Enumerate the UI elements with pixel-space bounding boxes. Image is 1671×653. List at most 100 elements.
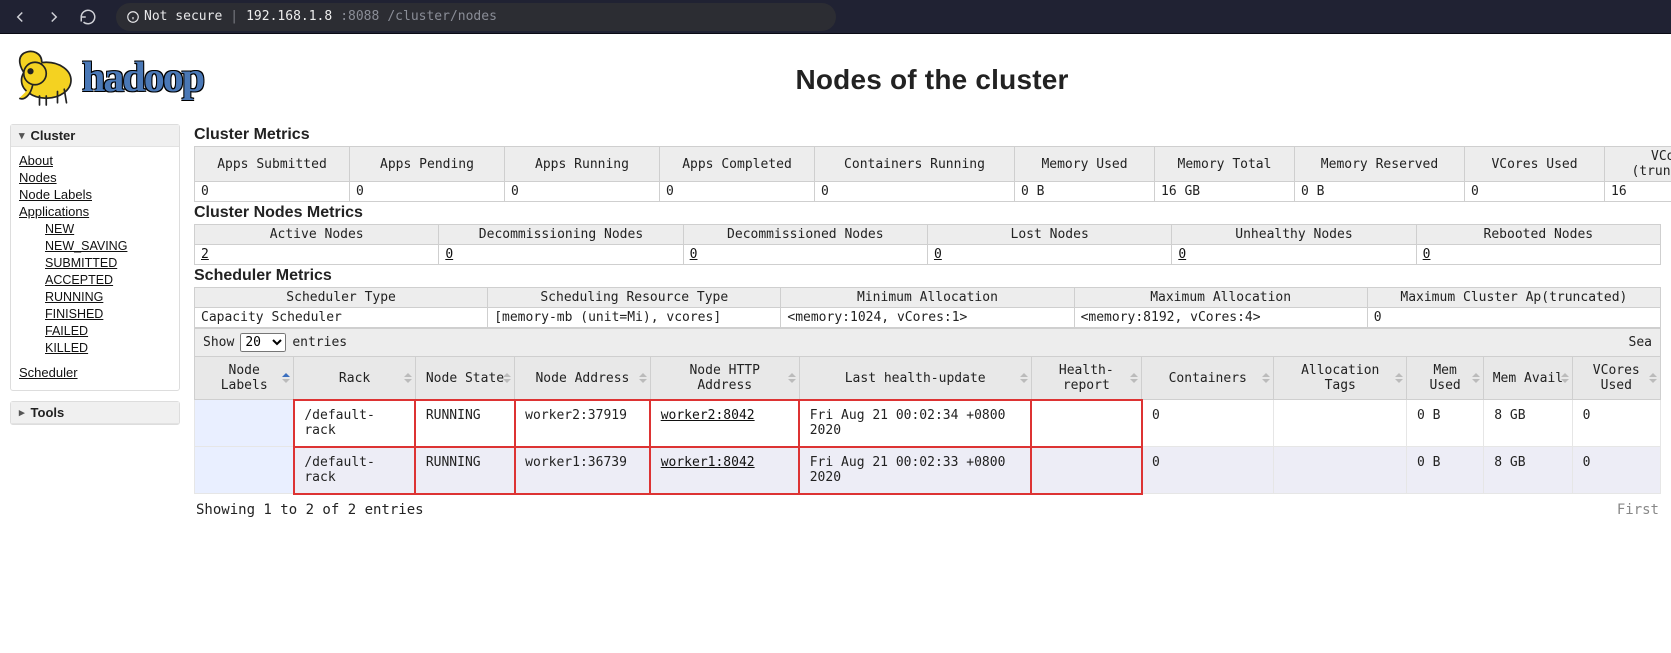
cell: 0 B: [1406, 447, 1483, 494]
section-scheduler: Scheduler Metrics: [194, 267, 1661, 285]
col-health-report[interactable]: Health-report: [1031, 357, 1141, 400]
cell: 0: [350, 182, 505, 202]
col-rebooted[interactable]: Rebooted Nodes: [1416, 225, 1660, 245]
col-decomm-ed[interactable]: Decommissioned Nodes: [683, 225, 927, 245]
sort-icon: [1394, 371, 1404, 385]
col-vcores-used[interactable]: VCores Used: [1572, 357, 1660, 400]
col-decomm-ing[interactable]: Decommissioning Nodes: [439, 225, 683, 245]
col-apps-submitted[interactable]: Apps Submitted: [195, 147, 350, 182]
sidebar-item-about[interactable]: About: [19, 153, 53, 168]
cell: /default-rack: [294, 447, 415, 494]
col-node-state[interactable]: Node State: [415, 357, 514, 400]
col-containers[interactable]: Containers: [1142, 357, 1274, 400]
col-sched-type[interactable]: Scheduler Type: [195, 288, 488, 308]
cell: [195, 400, 294, 447]
rebooted-nodes-link[interactable]: 0: [1423, 247, 1431, 262]
browser-bar: Not secure | 192.168.1.8:8088/cluster/no…: [0, 0, 1671, 34]
sort-icon: [1019, 371, 1029, 385]
cell: [1031, 447, 1141, 494]
sidebar-item-app-accepted[interactable]: ACCEPTED: [45, 273, 113, 287]
col-mem-avail[interactable]: Mem Avail: [1484, 357, 1572, 400]
cell: 0: [1142, 400, 1274, 447]
col-apps-completed[interactable]: Apps Completed: [660, 147, 815, 182]
col-max-alloc[interactable]: Maximum Allocation: [1074, 288, 1367, 308]
col-lost[interactable]: Lost Nodes: [927, 225, 1171, 245]
col-min-alloc[interactable]: Minimum Allocation: [781, 288, 1074, 308]
sidebar-item-nodes[interactable]: Nodes: [19, 170, 57, 185]
col-vcores-trunc[interactable]: VCores (truncated): [1605, 147, 1671, 182]
active-nodes-link[interactable]: 2: [201, 247, 209, 262]
table-row: 2 0 0 0 0 0: [195, 245, 1661, 265]
col-node-address[interactable]: Node Address: [515, 357, 651, 400]
sidebar-tools-title: Tools: [31, 405, 65, 420]
col-apps-running[interactable]: Apps Running: [505, 147, 660, 182]
decommissioned-link[interactable]: 0: [690, 247, 698, 262]
address-bar[interactable]: Not secure | 192.168.1.8:8088/cluster/no…: [116, 3, 836, 31]
cell: 0: [1172, 245, 1416, 265]
sidebar-item-app-failed[interactable]: FAILED: [45, 324, 88, 338]
cell: worker2:8042: [650, 400, 799, 447]
paginate-first[interactable]: First: [1617, 502, 1659, 518]
unhealthy-nodes-link[interactable]: 0: [1178, 247, 1186, 262]
col-rack[interactable]: Rack: [294, 357, 415, 400]
col-mem-used[interactable]: Mem Used: [1406, 357, 1483, 400]
col-http-address[interactable]: Node HTTP Address: [650, 357, 799, 400]
sidebar-item-app-killed[interactable]: KILLED: [45, 341, 88, 355]
length-select[interactable]: 102050100: [240, 333, 286, 352]
col-node-labels[interactable]: Node Labels: [195, 357, 294, 400]
col-last-health[interactable]: Last health-update: [799, 357, 1031, 400]
cell: 0 B: [1295, 182, 1465, 202]
col-max-cluster[interactable]: Maximum Cluster Ap(truncated): [1367, 288, 1660, 308]
section-cluster-nodes: Cluster Nodes Metrics: [194, 204, 1661, 222]
sidebar-item-applications[interactable]: Applications: [19, 204, 89, 219]
col-active[interactable]: Active Nodes: [195, 225, 439, 245]
node-http-link[interactable]: worker1:8042: [661, 455, 755, 470]
sidebar-item-app-finished[interactable]: FINISHED: [45, 307, 103, 321]
forward-button[interactable]: [40, 3, 68, 31]
sidebar-item-node-labels[interactable]: Node Labels: [19, 187, 92, 202]
cell: /default-rack: [294, 400, 415, 447]
decommissioning-link[interactable]: 0: [445, 247, 453, 262]
scheduler-metrics-table: Scheduler Type Scheduling Resource Type …: [194, 287, 1661, 328]
col-sched-res[interactable]: Scheduling Resource Type: [488, 288, 781, 308]
lost-nodes-link[interactable]: 0: [934, 247, 942, 262]
cell: 0: [505, 182, 660, 202]
triangle-down-icon: ▾: [19, 129, 25, 142]
hadoop-logo[interactable]: hadoop: [8, 42, 203, 114]
cell: 2: [195, 245, 439, 265]
info-icon: [126, 10, 140, 24]
col-mem-used[interactable]: Memory Used: [1015, 147, 1155, 182]
sidebar-item-scheduler[interactable]: Scheduler: [19, 365, 78, 380]
cell: [195, 447, 294, 494]
sort-icon: [1560, 371, 1570, 385]
cell: [1031, 400, 1141, 447]
cell: 8 GB: [1484, 447, 1572, 494]
cell: [memory-mb (unit=Mi), vcores]: [488, 308, 781, 328]
site-info-button[interactable]: Not secure: [126, 9, 222, 24]
col-mem-reserved[interactable]: Memory Reserved: [1295, 147, 1465, 182]
back-button[interactable]: [6, 3, 34, 31]
sidebar-item-app-new-saving[interactable]: NEW_SAVING: [45, 239, 127, 253]
sidebar-item-app-submitted[interactable]: SUBMITTED: [45, 256, 117, 270]
arrow-left-icon: [11, 8, 29, 26]
cell: 16 GB: [1155, 182, 1295, 202]
sidebar-cluster-header[interactable]: ▾ Cluster: [11, 125, 179, 147]
cell: 8 GB: [1484, 400, 1572, 447]
cell: 0: [439, 245, 683, 265]
sidebar-item-app-new[interactable]: NEW: [45, 222, 74, 236]
node-http-link[interactable]: worker2:8042: [661, 408, 755, 423]
cell: <memory:8192, vCores:4>: [1074, 308, 1367, 328]
col-alloc-tags[interactable]: Allocation Tags: [1274, 357, 1406, 400]
sort-icon: [1261, 371, 1271, 385]
table-header-row: Scheduler Type Scheduling Resource Type …: [195, 288, 1661, 308]
col-vcores-used[interactable]: VCores Used: [1465, 147, 1605, 182]
col-mem-total[interactable]: Memory Total: [1155, 147, 1295, 182]
col-unhealthy[interactable]: Unhealthy Nodes: [1172, 225, 1416, 245]
col-apps-pending[interactable]: Apps Pending: [350, 147, 505, 182]
sidebar-tools-header[interactable]: ▸ Tools: [11, 402, 179, 424]
col-containers[interactable]: Containers Running: [815, 147, 1015, 182]
cell: 0: [1572, 400, 1660, 447]
cell: 0: [1367, 308, 1660, 328]
reload-button[interactable]: [74, 3, 102, 31]
sidebar-item-app-running[interactable]: RUNNING: [45, 290, 103, 304]
